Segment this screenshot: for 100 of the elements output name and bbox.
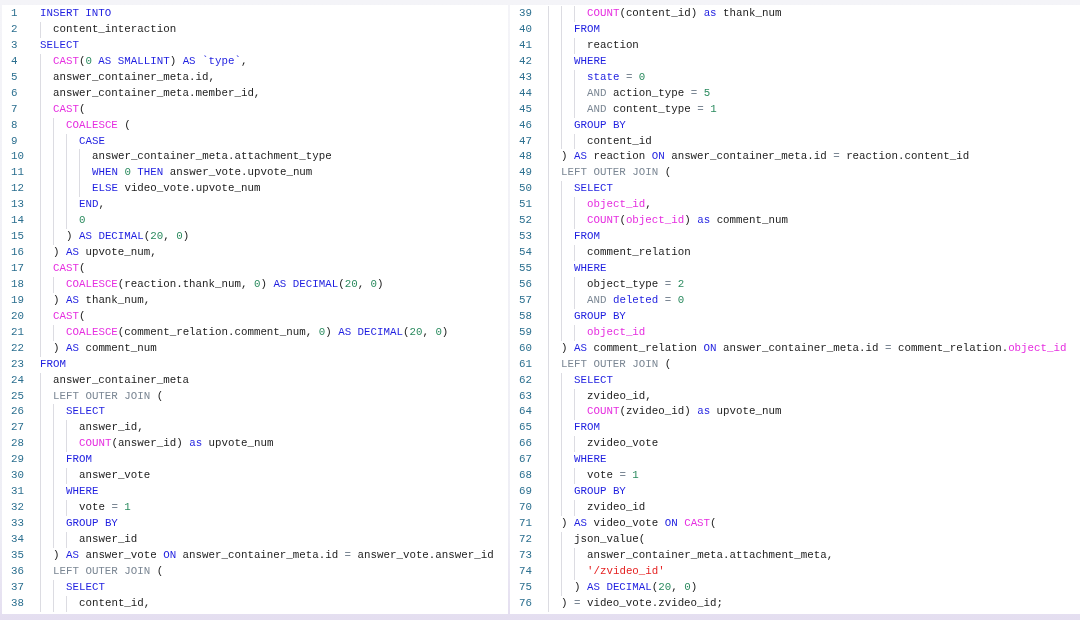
code-line: WHERE bbox=[66, 484, 99, 500]
line-number: 28 bbox=[10, 436, 25, 452]
line-number: 1 bbox=[10, 6, 19, 21]
line-number: 72 bbox=[518, 531, 533, 547]
code-line: reaction bbox=[587, 37, 639, 53]
line-number: 58 bbox=[518, 308, 533, 324]
line-number: 21 bbox=[10, 324, 25, 340]
code-line: answer_id bbox=[79, 531, 138, 547]
code-line: CAST(0 AS SMALLINT) AS `type`, bbox=[53, 53, 248, 69]
line-number: 25 bbox=[10, 388, 25, 404]
line-number: 9 bbox=[10, 133, 19, 149]
line-number: 65 bbox=[518, 420, 533, 436]
line-number: 55 bbox=[518, 261, 533, 276]
line-number: 5 bbox=[10, 69, 19, 85]
code-line: LEFT OUTER JOIN ( bbox=[53, 388, 164, 404]
code-line: CASE bbox=[79, 133, 105, 149]
code-line: INSERT INTO bbox=[40, 6, 112, 21]
line-number: 18 bbox=[10, 276, 25, 292]
code-line: zvideo_id, bbox=[587, 388, 652, 404]
code-line: vote = 1 bbox=[587, 468, 639, 484]
code-line: object_id bbox=[587, 324, 646, 340]
line-number: 13 bbox=[10, 197, 25, 213]
line-number: 33 bbox=[10, 516, 25, 531]
line-number: 39 bbox=[518, 6, 533, 21]
code-line: WHERE bbox=[574, 452, 607, 468]
code-line: CAST( bbox=[53, 261, 86, 276]
code-line: answer_vote bbox=[79, 468, 151, 484]
line-number: 24 bbox=[10, 372, 25, 388]
code-line: FROM bbox=[40, 356, 66, 372]
code-line: json_value( bbox=[574, 531, 646, 547]
line-number: 54 bbox=[518, 245, 533, 261]
line-number: 71 bbox=[518, 516, 533, 531]
line-number: 8 bbox=[10, 117, 19, 133]
code-line: LEFT OUTER JOIN ( bbox=[561, 356, 672, 372]
code-line: AND content_type = 1 bbox=[587, 101, 717, 117]
line-number: 40 bbox=[518, 21, 533, 37]
code-line: answer_container_meta.id, bbox=[53, 69, 215, 85]
code-line: SELECT bbox=[66, 404, 105, 420]
line-number: 73 bbox=[518, 547, 533, 563]
code-line: SELECT bbox=[40, 37, 79, 53]
line-number: 29 bbox=[10, 452, 25, 468]
code-line: ) = video_vote.zvideo_id; bbox=[561, 595, 723, 611]
line-number: 66 bbox=[518, 436, 533, 452]
line-number: 57 bbox=[518, 292, 533, 308]
code-line: content_id, bbox=[79, 595, 151, 611]
code-line: answer_container_meta.member_id, bbox=[53, 85, 261, 101]
line-number: 3 bbox=[10, 37, 19, 53]
line-number: 6 bbox=[10, 85, 19, 101]
code-line: '/zvideo_id' bbox=[587, 563, 665, 579]
code-line: COUNT(zvideo_id) as upvote_num bbox=[587, 404, 782, 420]
code-line: FROM bbox=[574, 229, 600, 245]
code-line: ) AS reaction ON answer_container_meta.id = reaction.content_id bbox=[561, 149, 970, 165]
line-number: 56 bbox=[518, 276, 533, 292]
line-number: 74 bbox=[518, 563, 533, 579]
line-number: 12 bbox=[10, 181, 25, 197]
code-line: ELSE video_vote.upvote_num bbox=[92, 181, 261, 197]
code-line: vote = 1 bbox=[79, 500, 131, 516]
line-number: 52 bbox=[518, 213, 533, 229]
line-number: 20 bbox=[10, 308, 25, 324]
line-number: 44 bbox=[518, 85, 533, 101]
code-line: answer_container_meta.attachment_meta, bbox=[587, 547, 834, 563]
line-number: 14 bbox=[10, 213, 25, 229]
line-number: 61 bbox=[518, 356, 533, 372]
code-line: FROM bbox=[66, 452, 92, 468]
line-number: 27 bbox=[10, 420, 25, 436]
code-line: WHERE bbox=[574, 261, 607, 276]
line-number: 47 bbox=[518, 133, 533, 149]
code-line: SELECT bbox=[66, 579, 105, 595]
line-number: 37 bbox=[10, 579, 25, 595]
code-line: SELECT bbox=[574, 181, 613, 197]
code-line: state = 0 bbox=[587, 69, 646, 85]
line-number: 63 bbox=[518, 388, 533, 404]
code-line: FROM bbox=[574, 420, 600, 436]
code-line: ) AS thank_num, bbox=[53, 292, 151, 308]
code-line: COALESCE ( bbox=[66, 117, 131, 133]
code-line: COUNT(object_id) as comment_num bbox=[587, 213, 788, 229]
line-number: 62 bbox=[518, 372, 533, 388]
line-number: 4 bbox=[10, 53, 19, 69]
line-number: 64 bbox=[518, 404, 533, 420]
code-line: answer_id, bbox=[79, 420, 144, 436]
code-line: answer_container_meta.attachment_type bbox=[92, 149, 332, 165]
code-line: CAST( bbox=[53, 308, 86, 324]
code-line: WHEN 0 THEN answer_vote.upvote_num bbox=[92, 165, 313, 181]
code-line: COALESCE(reaction.thank_num, 0) AS DECIMAL(20, 0) bbox=[66, 276, 384, 292]
line-number: 46 bbox=[518, 117, 533, 133]
code-line: CAST( bbox=[53, 101, 86, 117]
code-line: answer_container_meta bbox=[53, 372, 190, 388]
code-line: ) AS comment_num bbox=[53, 340, 157, 356]
code-line: GROUP BY bbox=[66, 516, 118, 531]
code-line: WHERE bbox=[574, 53, 607, 69]
line-number: 23 bbox=[10, 356, 25, 372]
line-number: 50 bbox=[518, 181, 533, 197]
code-line: ) AS upvote_num, bbox=[53, 245, 157, 261]
code-line: COUNT(content_id) as thank_num bbox=[587, 6, 782, 21]
line-number: 35 bbox=[10, 547, 25, 563]
code-line: ) AS DECIMAL(20, 0) bbox=[66, 229, 190, 245]
code-line: LEFT OUTER JOIN ( bbox=[53, 563, 164, 579]
code-line: zvideo_id bbox=[587, 500, 646, 516]
code-line: object_type = 2 bbox=[587, 276, 685, 292]
code-line: END, bbox=[79, 197, 105, 213]
